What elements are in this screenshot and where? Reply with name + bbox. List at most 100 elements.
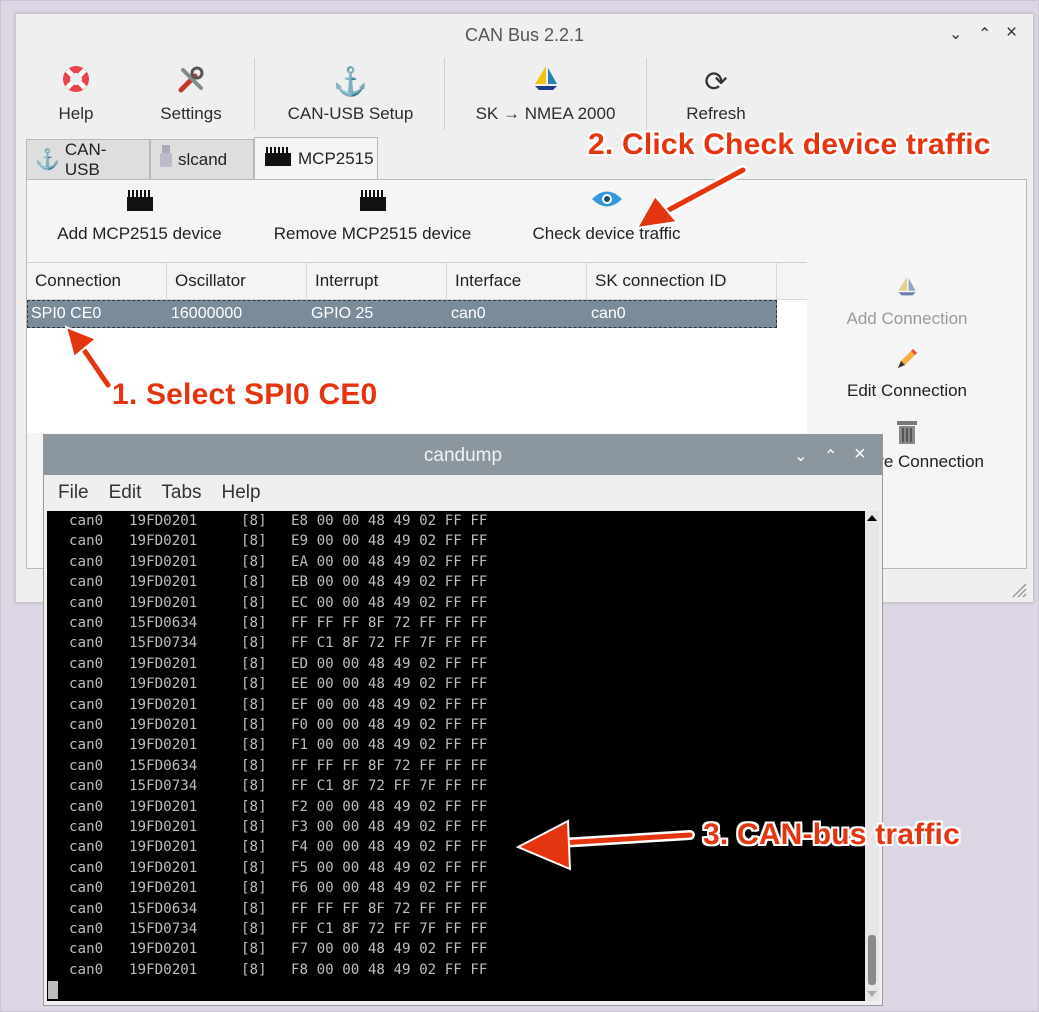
maximize-button[interactable]: ⌃: [824, 446, 837, 466]
terminal-field: [8]: [241, 921, 267, 937]
terminal-field: can0: [69, 757, 104, 774]
terminal-field: 19FD0201: [129, 655, 198, 672]
terminal-field: F1 00 00 48 49 02 FF FF: [291, 737, 488, 754]
column-header[interactable]: Connection: [27, 263, 167, 299]
column-header[interactable]: SK connection ID: [587, 263, 777, 299]
anchor-icon: ⚓: [35, 149, 60, 171]
settings-button[interactable]: Settings: [146, 64, 236, 134]
sailboat-icon: [817, 275, 997, 305]
terminal-field: 19FD0201: [129, 553, 198, 570]
terminal-field: [8]: [241, 859, 267, 876]
arrow-icon: [64, 325, 113, 390]
menu-help[interactable]: Help: [214, 482, 269, 504]
terminal-title: candump: [423, 445, 503, 466]
add-connection-label: Add Connection: [846, 309, 968, 328]
refresh-label: Refresh: [686, 104, 746, 123]
terminal-field: F4 00 00 48 49 02 FF FF: [291, 839, 488, 856]
candump-window: candump ⌄ ⌃ × File Edit Tabs Help can0 19…: [43, 434, 883, 1006]
terminal-field: F7 00 00 48 49 02 FF FF: [291, 941, 488, 958]
terminal-field: 19FD0201: [129, 574, 198, 591]
terminal-output[interactable]: can0 19FD0201 [8] E8 00 00 48 49 02 FF FF ca…: [47, 511, 865, 1001]
column-header[interactable]: Interrupt: [307, 263, 447, 299]
terminal-field: can0: [69, 553, 104, 570]
minimize-button[interactable]: ⌄: [794, 446, 807, 466]
close-button[interactable]: ×: [854, 443, 866, 466]
terminal-field: can0: [69, 900, 104, 917]
help-button[interactable]: Help: [46, 64, 106, 134]
terminal-field: can0: [69, 533, 104, 550]
tab-slcand[interactable]: slcand: [150, 139, 254, 179]
add-connection-button[interactable]: Add Connection: [817, 275, 997, 329]
terminal-field: F6 00 00 48 49 02 FF FF: [291, 880, 488, 897]
can-usb-setup-label: CAN-USB Setup: [287, 104, 414, 123]
terminal-field: can0: [69, 594, 104, 611]
terminal-field: can0: [69, 778, 104, 795]
terminal-field: 15FD0734: [129, 921, 198, 937]
terminal-titlebar[interactable]: candump ⌄ ⌃ ×: [44, 435, 882, 475]
terminal-field: can0: [69, 615, 104, 631]
terminal-field: [8]: [241, 778, 267, 795]
menu-tabs[interactable]: Tabs: [153, 482, 209, 504]
menu-edit[interactable]: Edit: [101, 482, 150, 504]
terminal-field: E8 00 00 48 49 02 FF FF: [291, 513, 488, 529]
terminal-field: FF FF FF 8F 72 FF FF FF: [291, 615, 488, 631]
terminal-field: FF FF FF 8F 72 FF FF FF: [291, 757, 488, 774]
can-usb-setup-button[interactable]: ⚓ CAN-USB Setup: [278, 64, 423, 134]
terminal-scrollbar[interactable]: [865, 511, 879, 1001]
toolbar-separator: [444, 58, 445, 130]
refresh-icon: ⟳: [704, 66, 728, 97]
scroll-up-icon[interactable]: [865, 513, 879, 523]
remove-mcp2515-button[interactable]: Remove MCP2515 device: [265, 188, 480, 244]
tab-can-usb[interactable]: ⚓ CAN-USB: [26, 139, 150, 179]
sk-nmea-button[interactable]: SK → NMEA 2000: [468, 64, 623, 134]
scroll-down-icon[interactable]: [865, 989, 879, 999]
terminal-field: 19FD0201: [129, 859, 198, 876]
cell-oscillator: 16000000: [171, 305, 243, 322]
terminal-field: EF 00 00 48 49 02 FF FF: [291, 696, 488, 713]
terminal-field: can0: [69, 819, 104, 835]
terminal-field: [8]: [241, 533, 267, 550]
terminal-field: 19FD0201: [129, 533, 198, 550]
terminal-field: [8]: [241, 635, 267, 652]
column-header[interactable]: Interface: [447, 263, 587, 299]
refresh-button[interactable]: ⟳ Refresh: [676, 64, 756, 134]
cell-interrupt: GPIO 25: [311, 305, 374, 322]
help-label: Help: [58, 104, 94, 123]
tab-mcp2515[interactable]: MCP2515: [254, 137, 378, 180]
terminal-field: can0: [69, 635, 104, 652]
close-button[interactable]: ×: [1006, 22, 1017, 44]
maximize-button[interactable]: ⌃: [978, 24, 991, 44]
pencil-icon: [817, 347, 997, 377]
terminal-field: 19FD0201: [129, 696, 198, 713]
terminal-field: 19FD0201: [129, 839, 198, 856]
column-header[interactable]: Oscillator: [167, 263, 307, 299]
edit-connection-button[interactable]: Edit Connection: [817, 347, 997, 401]
scroll-thumb[interactable]: [868, 935, 876, 985]
terminal-field: can0: [69, 655, 104, 672]
minimize-button[interactable]: ⌄: [949, 24, 962, 44]
add-mcp2515-button[interactable]: Add MCP2515 device: [47, 188, 232, 244]
terminal-field: 19FD0201: [129, 941, 198, 958]
terminal-field: [8]: [241, 696, 267, 713]
terminal-field: E9 00 00 48 49 02 FF FF: [291, 533, 488, 550]
terminal-field: can0: [69, 921, 104, 937]
terminal-menubar: File Edit Tabs Help: [44, 475, 882, 511]
terminal-field: [8]: [241, 615, 267, 631]
table-header: Connection Oscillator Interrupt Interfac…: [27, 263, 807, 300]
tab-label: MCP2515: [298, 149, 374, 168]
terminal-field: 19FD0201: [129, 819, 198, 835]
terminal-field: [8]: [241, 757, 267, 774]
terminal-field: 15FD0634: [129, 757, 198, 774]
anchor-icon: ⚓: [333, 66, 368, 97]
window-title: CAN Bus 2.2.1: [464, 25, 585, 45]
terminal-field: can0: [69, 696, 104, 713]
tab-label: CAN-USB: [64, 139, 107, 179]
sailboat-icon: [468, 64, 623, 100]
terminal-field: [8]: [241, 941, 267, 958]
terminal-field: [8]: [241, 574, 267, 591]
menu-file[interactable]: File: [50, 482, 97, 504]
arrow-icon: [635, 165, 748, 230]
resize-grip-icon[interactable]: [1009, 580, 1027, 598]
table-row-selected[interactable]: SPI0 CE0 16000000 GPIO 25 can0 can0: [27, 300, 777, 328]
main-titlebar[interactable]: CAN Bus 2.2.1 ⌄ ⌃ ×: [16, 14, 1033, 54]
